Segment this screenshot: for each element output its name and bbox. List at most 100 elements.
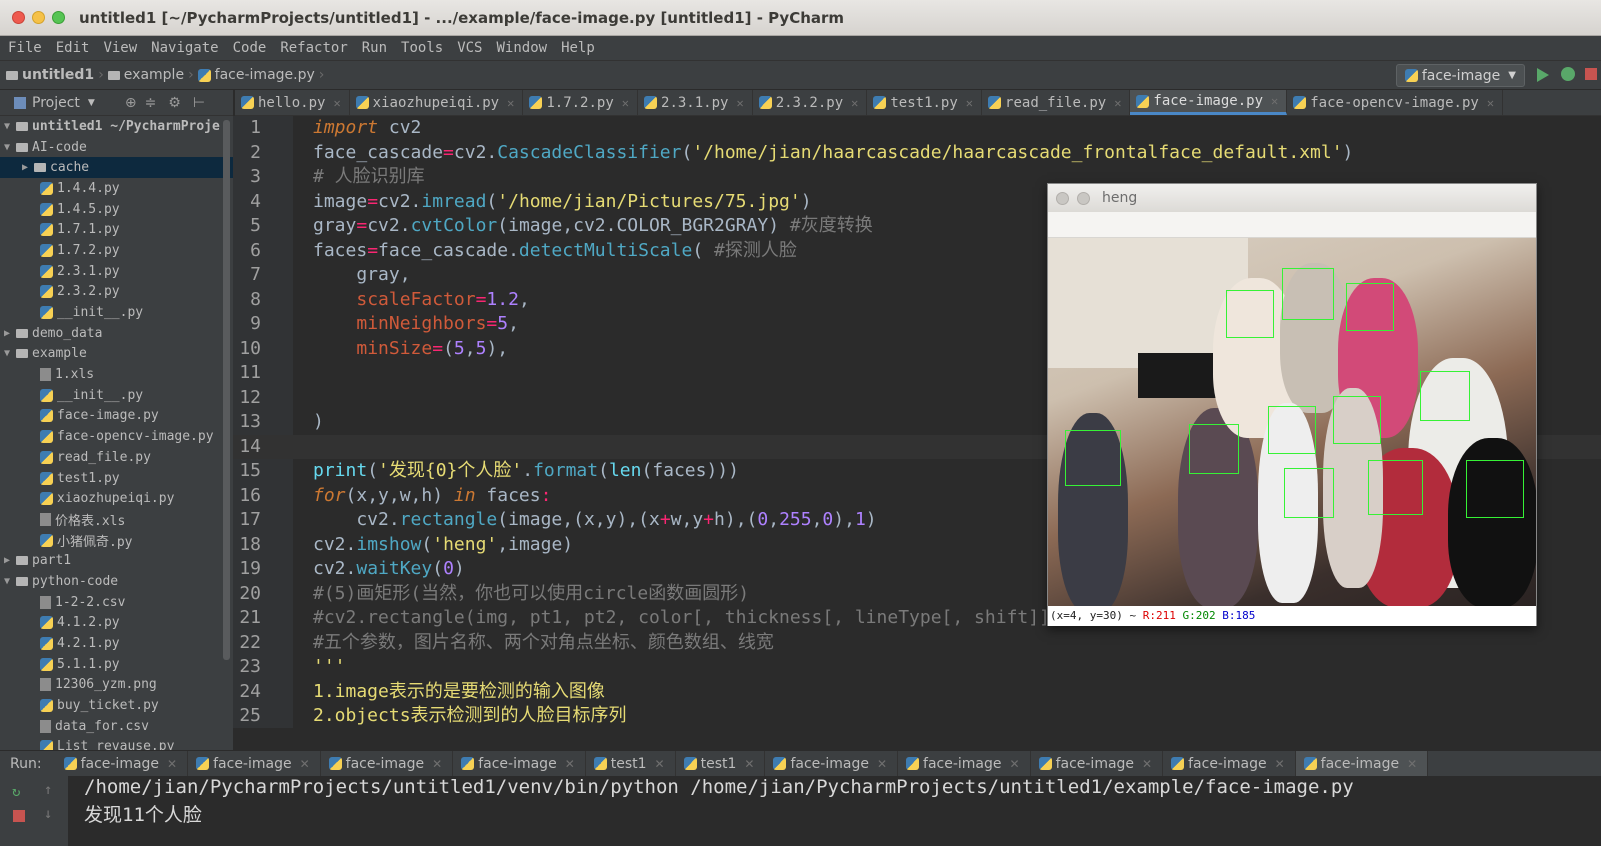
collapse-icon[interactable]: ≑ [145, 95, 157, 111]
run-tab[interactable]: face-image ✕ [188, 750, 321, 777]
tree-item[interactable]: 4.1.2.py [0, 613, 233, 634]
menu-edit[interactable]: Edit [48, 40, 96, 56]
tree-item[interactable]: 1.7.2.py [0, 240, 233, 261]
run-tab[interactable]: face-image ✕ [898, 750, 1031, 777]
collapse-arrow-icon[interactable]: ▶ [4, 555, 16, 566]
tree-item[interactable]: ▼ example [0, 344, 233, 365]
close-tab-icon[interactable]: ✕ [1275, 757, 1285, 771]
editor-tab[interactable]: test1.py ✕ [867, 90, 983, 115]
run-tab[interactable]: face-image ✕ [1295, 750, 1429, 777]
tree-item[interactable]: ▼ AI-code [0, 137, 233, 158]
run-tab[interactable]: face-image ✕ [765, 750, 899, 777]
menu-file[interactable]: File [0, 40, 48, 56]
stop-button[interactable] [1585, 68, 1597, 80]
expand-arrow-icon[interactable]: ▼ [4, 576, 16, 587]
breadcrumb-project[interactable]: untitled1 [22, 67, 94, 83]
tree-item[interactable]: __init__.py [0, 302, 233, 323]
close-tab-icon[interactable]: ✕ [432, 757, 442, 771]
tree-item[interactable]: xiaozhupeiqi.py [0, 488, 233, 509]
run-tab[interactable]: test1 ✕ [586, 750, 676, 777]
tree-item[interactable]: ▶ demo_data [0, 323, 233, 344]
maximize-window-button[interactable] [52, 11, 65, 24]
close-tab-icon[interactable]: ✕ [167, 757, 177, 771]
minimize-window-button[interactable] [1077, 191, 1090, 205]
menu-run[interactable]: Run [354, 40, 393, 56]
tree-item[interactable]: 1.4.4.py [0, 178, 233, 199]
close-tab-icon[interactable]: ✕ [300, 757, 310, 771]
close-tab-icon[interactable]: ✕ [851, 96, 858, 110]
tree-item[interactable]: ▶ cache [0, 157, 233, 179]
tree-item[interactable]: 2.3.2.py [0, 282, 233, 303]
settings-gear-icon[interactable]: ⚙ [168, 95, 181, 111]
close-tab-icon[interactable]: ✕ [1114, 96, 1121, 110]
tree-item[interactable]: __init__.py [0, 385, 233, 406]
editor-tab[interactable]: hello.py ✕ [235, 90, 350, 115]
close-tab-icon[interactable]: ✕ [333, 96, 340, 110]
run-tab[interactable]: face-image ✕ [321, 750, 454, 777]
editor-tab[interactable]: 1.7.2.py ✕ [523, 90, 639, 115]
tree-item[interactable]: 12306_yzm.png [0, 675, 233, 696]
tree-item[interactable]: ▼ untitled1 ~/PycharmProje [0, 116, 233, 137]
close-tab-icon[interactable]: ✕ [622, 96, 629, 110]
down-arrow-icon[interactable]: ↓ [44, 806, 52, 822]
tree-item[interactable]: 1.4.5.py [0, 199, 233, 220]
project-scrollbar[interactable] [223, 120, 230, 660]
tree-item[interactable]: data_for.csv [0, 716, 233, 737]
tree-item[interactable]: ▼ python-code [0, 571, 233, 592]
close-tab-icon[interactable]: ✕ [744, 757, 754, 771]
tree-item[interactable]: test1.py [0, 468, 233, 489]
tree-item[interactable]: 1.7.1.py [0, 219, 233, 240]
menu-refactor[interactable]: Refactor [272, 40, 353, 56]
close-tab-icon[interactable]: ✕ [736, 96, 743, 110]
expand-arrow-icon[interactable]: ▼ [4, 348, 16, 359]
expand-arrow-icon[interactable]: ▼ [4, 121, 16, 132]
run-console[interactable]: ↻ ↑ ↓ /home/jian/PycharmProjects/untitle… [0, 776, 1601, 846]
close-tab-icon[interactable]: ✕ [655, 757, 665, 771]
run-tab[interactable]: face-image ✕ [56, 750, 189, 777]
menu-tools[interactable]: Tools [393, 40, 449, 56]
breadcrumb-file[interactable]: face-image.py [215, 67, 315, 83]
close-tab-icon[interactable]: ✕ [966, 96, 973, 110]
run-tab[interactable]: face-image ✕ [453, 750, 586, 777]
up-arrow-icon[interactable]: ↑ [44, 782, 52, 798]
tree-item[interactable]: 价格表.xls [0, 509, 233, 530]
close-tab-icon[interactable]: ✕ [1407, 757, 1417, 771]
menu-vcs[interactable]: VCS [449, 40, 488, 56]
menu-help[interactable]: Help [553, 40, 601, 56]
hide-panel-icon[interactable]: ⊢ [193, 95, 205, 111]
project-view-select[interactable]: Project [32, 95, 80, 111]
close-tab-icon[interactable]: ✕ [507, 96, 514, 110]
tree-item[interactable]: 2.3.1.py [0, 261, 233, 282]
breadcrumb-folder[interactable]: example [124, 67, 184, 83]
run-tab[interactable]: test1 ✕ [676, 750, 766, 777]
image-window[interactable]: heng (x=4, y=30) ~ R:211 G:202 B:185 [1047, 183, 1537, 626]
close-window-button[interactable] [12, 11, 25, 24]
tree-item[interactable]: read_file.py [0, 447, 233, 468]
close-window-button[interactable] [1056, 191, 1069, 205]
close-tab-icon[interactable]: ✕ [1271, 94, 1278, 108]
tree-item[interactable]: 1.xls [0, 364, 233, 385]
run-tab[interactable]: face-image ✕ [1163, 750, 1296, 777]
run-configuration-select[interactable]: face-image ▼ [1395, 64, 1525, 87]
tree-item[interactable]: 5.1.1.py [0, 654, 233, 675]
tree-item[interactable]: ▶ part1 [0, 550, 233, 571]
editor-tab[interactable]: xiaozhupeiqi.py ✕ [350, 90, 524, 115]
menu-code[interactable]: Code [225, 40, 273, 56]
editor-tab[interactable]: face-image.py ✕ [1130, 90, 1288, 115]
close-tab-icon[interactable]: ✕ [877, 757, 887, 771]
rerun-icon[interactable]: ↻ [12, 784, 20, 800]
debug-button[interactable] [1561, 67, 1575, 81]
collapse-arrow-icon[interactable]: ▶ [22, 162, 34, 173]
stop-icon[interactable] [13, 810, 25, 822]
tree-item[interactable]: face-opencv-image.py [0, 426, 233, 447]
run-tab[interactable]: face-image ✕ [1031, 750, 1164, 777]
tree-item[interactable]: 小猪佩奇.py [0, 530, 233, 551]
tree-item[interactable]: buy_ticket.py [0, 695, 233, 716]
expand-arrow-icon[interactable]: ▼ [4, 142, 16, 153]
minimize-window-button[interactable] [32, 11, 45, 24]
collapse-arrow-icon[interactable]: ▶ [4, 328, 16, 339]
menu-navigate[interactable]: Navigate [143, 40, 224, 56]
run-button[interactable] [1537, 68, 1549, 82]
tree-item[interactable]: 4.2.1.py [0, 633, 233, 654]
menu-view[interactable]: View [95, 40, 143, 56]
